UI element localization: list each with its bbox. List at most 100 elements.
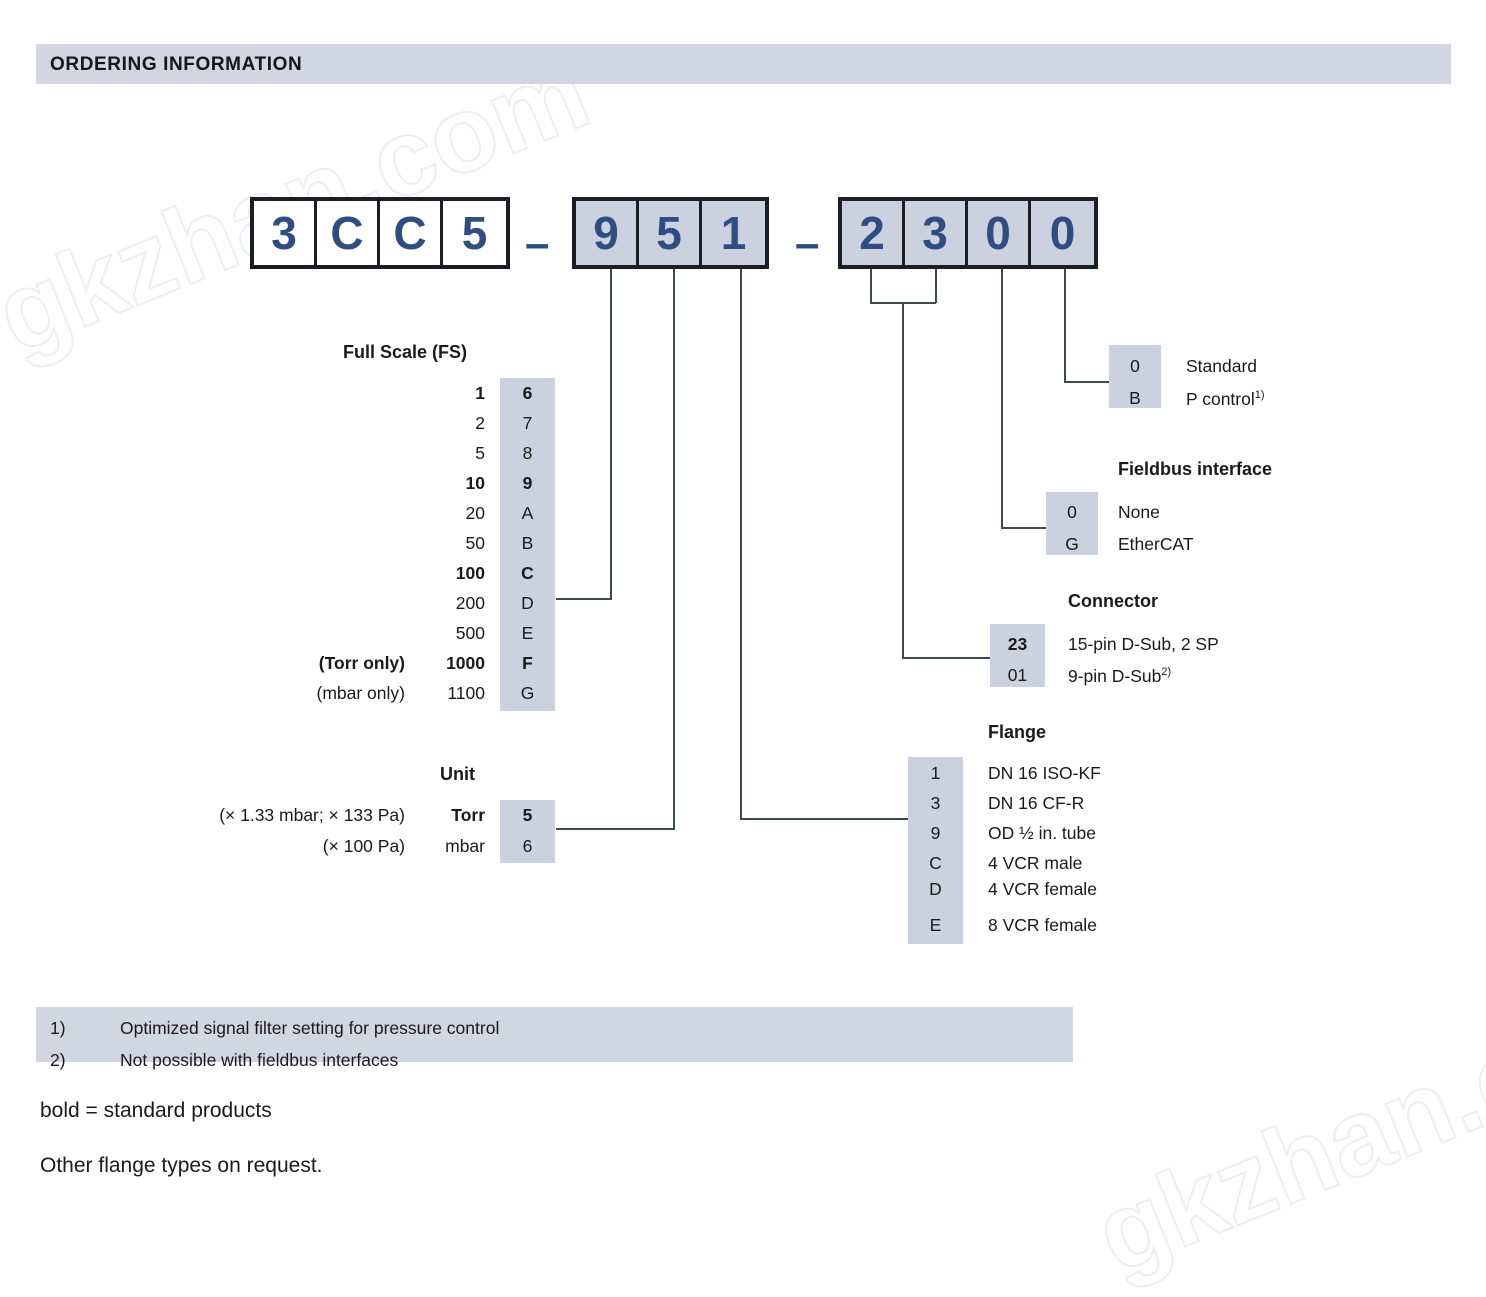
leader-line-signal-filter-horizontal — [1064, 381, 1109, 383]
part-number-cell: 3 — [905, 201, 968, 265]
flange-label: OD ½ in. tube — [988, 823, 1096, 843]
full-scale-value: 2 — [475, 413, 485, 433]
unit-title: Unit — [440, 764, 475, 784]
full-scale-code: 6 — [522, 383, 533, 403]
part-number-group-2: 9 5 1 — [572, 197, 769, 269]
flange-code: 9 — [930, 823, 941, 843]
note-bold-standard-products: bold = standard products — [40, 1099, 272, 1122]
full-scale-code: D — [521, 593, 534, 613]
leader-line-full-scale-horizontal — [556, 598, 612, 600]
part-number-group-3: 2 3 0 0 — [838, 197, 1098, 269]
note-other-flange-types: Other flange types on request. — [40, 1154, 323, 1177]
leader-line-signal-filter-vertical — [1064, 269, 1066, 382]
part-number-cell: 1 — [720, 207, 747, 259]
leader-line-flange-horizontal — [740, 818, 908, 820]
connector-label: 15-pin D-Sub, 2 SP — [1068, 634, 1219, 654]
full-scale-value: 10 — [465, 473, 485, 493]
full-scale-value: 20 — [465, 503, 485, 523]
unit-prefix: (× 1.33 mbar; × 133 Pa) — [219, 805, 405, 825]
full-scale-title: Full Scale (FS) — [343, 342, 468, 362]
leader-line-fieldbus-horizontal — [1001, 527, 1046, 529]
part-number-cell: 9 — [576, 201, 639, 265]
unit-prefix: (× 100 Pa) — [322, 836, 405, 856]
full-scale-code: F — [522, 653, 533, 673]
full-scale-code: 9 — [522, 473, 533, 493]
flange-code: 1 — [930, 763, 941, 783]
unit-value: mbar — [445, 836, 485, 856]
fieldbus-code: G — [1065, 534, 1079, 554]
connector-code: 23 — [1007, 634, 1028, 654]
flange-label: 4 VCR male — [988, 853, 1083, 873]
footnote-text: Not possible with fieldbus interfaces — [120, 1050, 399, 1070]
full-scale-code: E — [521, 623, 534, 643]
part-number-cell: 3 — [254, 201, 317, 265]
leader-line-connector-bracket-right — [935, 269, 937, 303]
flange-title: Flange — [988, 722, 1047, 742]
full-scale-code: 7 — [522, 413, 533, 433]
connector-label-text: 9-pin D-Sub — [1068, 665, 1162, 686]
page-title: ORDERING INFORMATION — [50, 54, 303, 75]
part-number-cell: 2 — [842, 201, 905, 265]
full-scale-code: 8 — [522, 443, 533, 463]
flange-label: DN 16 CF-R — [988, 793, 1085, 813]
full-scale-value: 100 — [455, 563, 485, 583]
signal-filter-label-text: P control — [1186, 388, 1255, 409]
full-scale-value: 500 — [455, 623, 485, 643]
fieldbus-label: None — [1118, 502, 1160, 522]
leader-line-unit-horizontal — [556, 828, 675, 830]
flange-code: E — [929, 915, 942, 935]
leader-line-unit-vertical — [673, 269, 675, 830]
signal-filter-label: Standard — [1186, 356, 1258, 376]
part-number-separator: – — [525, 219, 550, 268]
leader-line-connector-horizontal — [902, 657, 990, 659]
full-scale-value: 1 — [475, 383, 485, 403]
full-scale-value: 50 — [465, 533, 485, 553]
part-number-separator: – — [795, 219, 820, 268]
full-scale-prefix: (mbar only) — [316, 683, 406, 703]
full-scale-code: C — [521, 563, 534, 583]
full-scale-value: 1100 — [447, 683, 485, 703]
signal-filter-label: P control1) — [1186, 390, 1265, 408]
leader-line-full-scale-vertical — [610, 269, 612, 600]
flange-code: C — [929, 853, 942, 873]
full-scale-prefix: (Torr only) — [318, 653, 405, 673]
signal-filter-code: 0 — [1130, 356, 1140, 376]
full-scale-value: 1000 — [446, 653, 485, 673]
full-scale-value: 200 — [455, 593, 485, 613]
part-number-cell: 5 — [461, 207, 488, 259]
part-number-group-1: 3 C C 5 — [250, 197, 510, 269]
footnote-marker: 2) — [50, 1050, 66, 1070]
part-number-cell: C — [317, 201, 380, 265]
footnote-marker: 1) — [50, 1018, 66, 1038]
flange-code: D — [929, 879, 942, 899]
part-number-cell: 0 — [968, 201, 1031, 265]
section-header-bar: ORDERING INFORMATION — [36, 44, 1451, 84]
part-number-cell: 5 — [639, 201, 702, 265]
connector-label: 9-pin D-Sub2) — [1068, 667, 1171, 685]
flange-code: 3 — [930, 793, 941, 813]
leader-line-fieldbus-vertical — [1001, 269, 1003, 528]
part-number-cell: C — [380, 201, 443, 265]
signal-filter-footnote-marker: 1) — [1254, 389, 1265, 401]
fieldbus-code: 0 — [1067, 502, 1077, 522]
unit-value: Torr — [451, 805, 485, 825]
footnote-text: Optimized signal filter setting for pres… — [120, 1018, 500, 1038]
signal-filter-code: B — [1129, 388, 1141, 408]
part-number-cell: 0 — [1049, 207, 1076, 259]
watermark-bottom-right: gkzhan.com — [1079, 949, 1486, 1297]
leader-line-connector-bracket-left — [870, 269, 872, 303]
unit-code: 6 — [522, 836, 533, 856]
full-scale-code: A — [521, 503, 534, 523]
flange-label: 8 VCR female — [988, 915, 1097, 935]
full-scale-code: B — [521, 533, 534, 553]
leader-line-connector-vertical — [902, 302, 904, 658]
full-scale-code: G — [520, 683, 535, 703]
flange-label: 4 VCR female — [988, 879, 1097, 899]
flange-label: DN 16 ISO-KF — [988, 763, 1101, 783]
connector-title: Connector — [1068, 591, 1158, 611]
fieldbus-title: Fieldbus interface — [1118, 459, 1273, 479]
full-scale-value: 5 — [475, 443, 485, 463]
connector-footnote-marker: 2) — [1161, 666, 1172, 678]
connector-code: 01 — [1007, 665, 1028, 685]
unit-code: 5 — [522, 805, 533, 825]
